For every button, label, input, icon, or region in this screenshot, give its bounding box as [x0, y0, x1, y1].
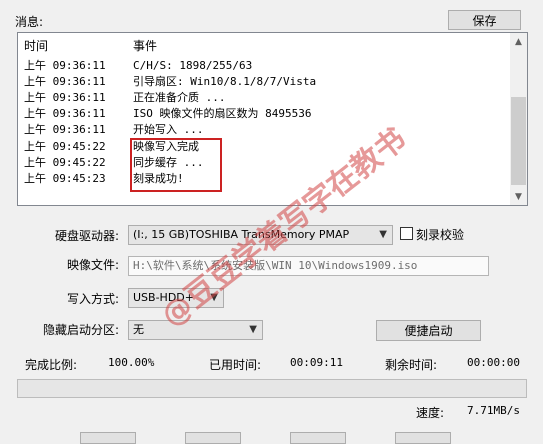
- complete-label: 完成比例:: [25, 358, 78, 372]
- image-file-label: 映像文件:: [67, 258, 120, 272]
- log-time: 上午 09:45:22: [24, 140, 106, 153]
- log-time: 上午 09:45:23: [24, 172, 106, 185]
- image-file-field[interactable]: H:\软件\系统\系统安装版\WIN 10\Windows1909.iso: [128, 256, 489, 276]
- log-time: 上午 09:36:11: [24, 91, 106, 104]
- log-time: 上午 09:36:11: [24, 107, 106, 120]
- log-time: 上午 09:36:11: [24, 75, 106, 88]
- remaining-value: 00:00:00: [467, 356, 520, 369]
- bottom-button[interactable]: [80, 432, 136, 444]
- write-mode-label: 写入方式:: [67, 292, 120, 306]
- column-header-event: 事件: [133, 39, 158, 53]
- hidden-partition-select[interactable]: 无 ▼: [128, 320, 263, 340]
- hidden-partition-label: 隐藏启动分区:: [43, 323, 120, 337]
- hidden-partition-select-value: 无: [133, 323, 144, 336]
- speed-label: 速度:: [416, 406, 445, 420]
- log-time: 上午 09:36:11: [24, 123, 106, 136]
- drive-label: 硬盘驱动器:: [55, 229, 120, 243]
- success-highlight-box: [130, 138, 222, 192]
- log-event: C/H/S: 1898/255/63: [133, 59, 253, 72]
- save-button[interactable]: 保存: [448, 10, 521, 30]
- bottom-button[interactable]: [185, 432, 241, 444]
- chevron-down-icon: ▼: [249, 324, 257, 335]
- log-event: 正在准备介质 ...: [133, 91, 226, 104]
- column-header-time: 时间: [24, 39, 49, 53]
- progress-fill: [18, 380, 526, 397]
- bottom-button[interactable]: [395, 432, 451, 444]
- scroll-thumb[interactable]: [511, 97, 526, 185]
- bottom-button[interactable]: [290, 432, 346, 444]
- log-scrollbar[interactable]: ▲ ▼: [510, 33, 527, 205]
- log-time: 上午 09:36:11: [24, 59, 106, 72]
- quick-boot-button[interactable]: 便捷启动: [376, 320, 481, 341]
- progress-bar: [17, 379, 527, 398]
- message-log[interactable]: 时间 事件 上午 09:36:11 C/H/S: 1898/255/63 上午 …: [17, 32, 528, 206]
- log-event: ISO 映像文件的扇区数为 8495536: [133, 107, 312, 120]
- complete-value: 100.00%: [108, 356, 155, 369]
- elapsed-label: 已用时间:: [209, 358, 262, 372]
- speed-value: 7.71MB/s: [467, 404, 520, 417]
- log-event: 引导扇区: Win10/8.1/8/7/Vista: [133, 75, 317, 88]
- verify-checkbox[interactable]: [400, 227, 413, 240]
- log-time: 上午 09:45:22: [24, 156, 106, 169]
- scroll-down-arrow-icon[interactable]: ▼: [510, 188, 527, 205]
- verify-label: 刻录校验: [416, 228, 465, 242]
- log-event: 开始写入 ...: [133, 123, 204, 136]
- elapsed-value: 00:09:11: [290, 356, 343, 369]
- chevron-down-icon: ▼: [379, 229, 387, 240]
- scroll-up-arrow-icon[interactable]: ▲: [510, 33, 527, 50]
- remaining-label: 剩余时间:: [385, 358, 438, 372]
- messages-label: 消息:: [15, 15, 44, 29]
